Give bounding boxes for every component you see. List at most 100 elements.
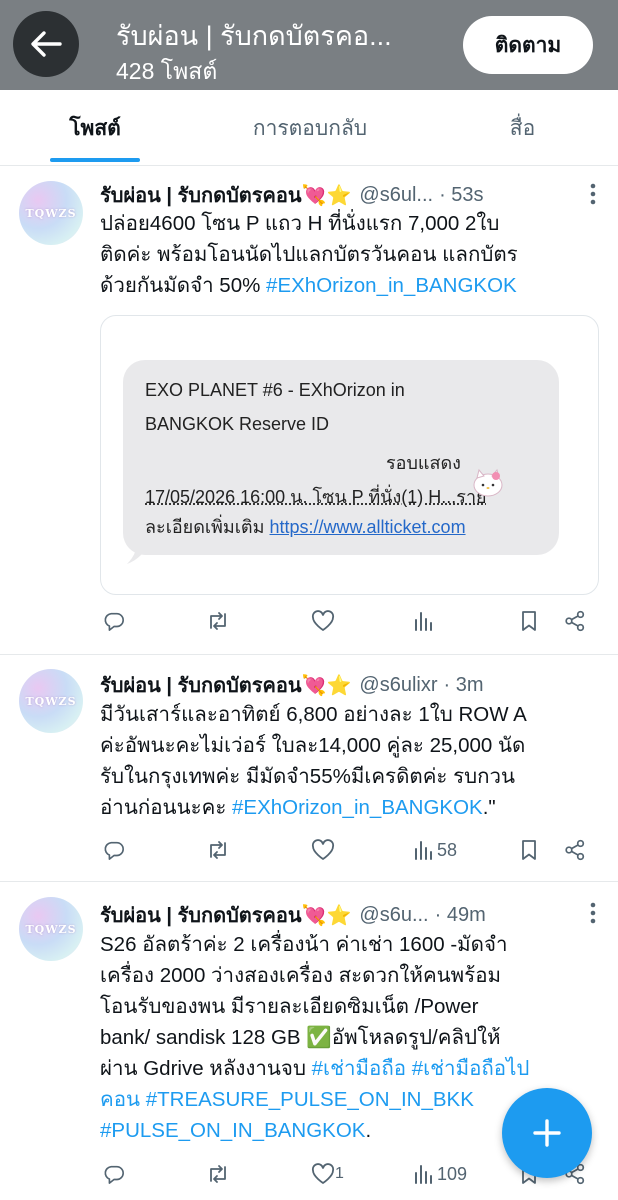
- views-count: 109: [437, 1163, 468, 1184]
- views-button[interactable]: [413, 610, 435, 632]
- post-header: รับผ่อน | รับกดบัตรคอน💘⭐ @s6ulixr · 3m: [100, 669, 600, 701]
- share-icon: [565, 839, 585, 861]
- post-actions: [100, 610, 600, 640]
- tab-posts[interactable]: โพสต์: [40, 90, 150, 166]
- media-text-part: ละเอียดเพิ่มเติม: [145, 517, 270, 537]
- bookmark-button[interactable]: [519, 610, 539, 632]
- post-line: ปล่อย4600 โซน P แถว H ที่นั่งแรก 7,000 2…: [100, 212, 500, 235]
- post-text: ปล่อย4600 โซน P แถว H ที่นั่งแรก 7,000 2…: [100, 208, 600, 301]
- post-actions: 58: [100, 839, 600, 869]
- repost-icon: [210, 1165, 226, 1183]
- views-count: 58: [437, 839, 458, 860]
- post-line-text: .": [482, 796, 496, 819]
- plus-icon: [533, 1119, 561, 1147]
- post-header: รับผ่อน | รับกดบัตรคอน💘⭐ @s6ul... · 53s: [100, 179, 600, 211]
- post-line-text: ผ่าน Gdrive หลังงานจบ: [100, 1057, 312, 1080]
- active-tab-indicator: [50, 158, 140, 162]
- post-line-text: .: [365, 1119, 372, 1142]
- media-text: ละเอียดเพิ่มเติม https://www.allticket.c…: [145, 512, 466, 541]
- hashtag-link[interactable]: #EXhOrizon_in_BANGKOK: [232, 796, 483, 819]
- compose-post-button[interactable]: [502, 1088, 592, 1178]
- avatar-label: TQWZS: [25, 206, 77, 220]
- reply-button[interactable]: [103, 610, 125, 632]
- arrow-left-icon: [31, 31, 62, 57]
- post-line: โอนรับของพน มีรายละเอียดซิมเน็ต /Power: [100, 995, 479, 1018]
- post-line: S26 อัลตร้าค่ะ 2 เครื่องน้า ค่าเช่า 1600…: [100, 933, 508, 956]
- author-name[interactable]: รับผ่อน | รับกดบัตรคอน💘⭐: [100, 179, 351, 211]
- post-count: 428 โพสต์: [116, 58, 218, 84]
- reply-button[interactable]: [103, 839, 125, 861]
- hashtag-link[interactable]: #เช่ามือถือ #เช่ามือถือไป: [312, 1057, 530, 1080]
- like-button[interactable]: [311, 839, 335, 861]
- media-link: https://www.allticket.com: [269, 517, 466, 537]
- views-icon: [415, 1165, 432, 1184]
- author-handle[interactable]: @s6u...: [359, 904, 428, 927]
- post-time[interactable]: · 49m: [435, 904, 486, 927]
- author-name[interactable]: รับผ่อน | รับกดบัตรคอน💘⭐: [100, 899, 351, 931]
- media-text: BANGKOK Reserve ID: [145, 414, 330, 434]
- share-icon: [565, 610, 585, 632]
- author-name[interactable]: รับผ่อน | รับกดบัตรคอน💘⭐: [100, 669, 351, 701]
- post[interactable]: TQWZS รับผ่อน | รับกดบัตรคอน💘⭐ @s6ul... …: [0, 167, 618, 655]
- author-handle[interactable]: @s6ul...: [359, 184, 433, 207]
- repost-icon: [210, 841, 226, 859]
- media-text: EXO PLANET #6 - EXhOrizon in: [145, 380, 405, 400]
- hashtag-link[interactable]: #PULSE_ON_IN_BANGKOK: [100, 1119, 365, 1142]
- profile-name: รับผ่อน | รับกดบัตรคอ...: [116, 21, 392, 51]
- post-line: ติดค่ะ พร้อมโอนนัดไปแลกบัตรวันคอน แลกบัต…: [100, 243, 518, 266]
- post-time[interactable]: · 53s: [439, 184, 483, 207]
- bookmark-icon: [522, 840, 536, 860]
- post-line: bank/ sandisk 128 GB ✅อัพโหลดรูป/คลิปให้: [100, 1026, 501, 1049]
- post-time[interactable]: · 3m: [444, 674, 484, 697]
- media-text: 17/05/2026 16:00 น. โซน P ที่นั่ง(1) H..…: [145, 487, 487, 507]
- views-icon: [415, 841, 432, 860]
- post-line-text: ด้วยกันมัดจำ 50%: [100, 274, 267, 297]
- profile-header: รับผ่อน | รับกดบัตรคอ... 428 โพสต์ ติดตา…: [0, 0, 618, 90]
- heart-icon: [311, 839, 335, 860]
- post-line: ผ่าน Gdrive หลังงานจบ #เช่ามือถือ #เช่าม…: [100, 1053, 600, 1084]
- avatar-label: TQWZS: [25, 694, 77, 708]
- views-icon: [415, 612, 432, 631]
- follow-button[interactable]: ติดตาม: [463, 16, 593, 74]
- repost-button[interactable]: [206, 1163, 230, 1185]
- tab-replies[interactable]: การตอบกลับ: [220, 90, 400, 166]
- views-button[interactable]: 58: [413, 839, 457, 861]
- reply-icon: [104, 612, 124, 631]
- more-options-icon[interactable]: [590, 183, 596, 205]
- heart-icon: [311, 610, 335, 631]
- tab-media[interactable]: สื่อ: [480, 90, 565, 166]
- reply-icon: [104, 841, 124, 860]
- author-handle[interactable]: @s6ulixr: [359, 674, 437, 697]
- like-count: 1: [335, 1165, 344, 1182]
- post-text: มีวันเสาร์และอาทิตย์ 6,800 อย่างละ 1ใบ R…: [100, 699, 600, 823]
- post-line: อ่านก่อนนะคะ #EXhOrizon_in_BANGKOK.": [100, 792, 600, 823]
- repost-button[interactable]: [206, 839, 230, 861]
- bookmark-button[interactable]: [519, 839, 539, 861]
- hashtag-link[interactable]: #EXhOrizon_in_BANGKOK: [266, 274, 517, 297]
- post-line: เครื่อง 2000 ว่างสองเครื่อง สะดวกให้คนพร…: [100, 964, 502, 987]
- hashtag-link[interactable]: คอน #TREASURE_PULSE_ON_IN_BKK: [100, 1088, 474, 1111]
- avatar[interactable]: TQWZS: [19, 897, 83, 961]
- share-button[interactable]: [564, 610, 586, 632]
- avatar[interactable]: TQWZS: [19, 669, 83, 733]
- share-button[interactable]: [564, 839, 586, 861]
- repost-button[interactable]: [206, 610, 230, 632]
- like-button[interactable]: [311, 610, 335, 632]
- back-button[interactable]: [13, 11, 79, 77]
- avatar[interactable]: TQWZS: [19, 181, 83, 245]
- post-line: มีวันเสาร์และอาทิตย์ 6,800 อย่างละ 1ใบ R…: [100, 703, 527, 726]
- post-header: รับผ่อน | รับกดบัตรคอน💘⭐ @s6u... · 49m: [100, 899, 600, 931]
- post-media[interactable]: EXO PLANET #6 - EXhOrizon in BANGKOK Res…: [100, 315, 599, 595]
- bookmark-icon: [522, 611, 536, 631]
- sticker-icon: [473, 468, 503, 497]
- views-button[interactable]: 109: [413, 1163, 467, 1185]
- post[interactable]: TQWZS รับผ่อน | รับกดบัตรคอน💘⭐ @s6ulixr …: [0, 656, 618, 882]
- reply-button[interactable]: [103, 1163, 125, 1185]
- more-options-icon[interactable]: [590, 902, 596, 924]
- like-button[interactable]: 1: [311, 1163, 344, 1185]
- media-text: รอบแสดง: [386, 453, 461, 473]
- reply-icon: [104, 1165, 124, 1184]
- heart-icon: [311, 1163, 335, 1184]
- post-line: ด้วยกันมัดจำ 50% #EXhOrizon_in_BANGKOK: [100, 270, 600, 301]
- post-line: ค่ะอัพนะคะไม่เว่อร์ ใบละ14,000 คู่ละ 25,…: [100, 734, 526, 757]
